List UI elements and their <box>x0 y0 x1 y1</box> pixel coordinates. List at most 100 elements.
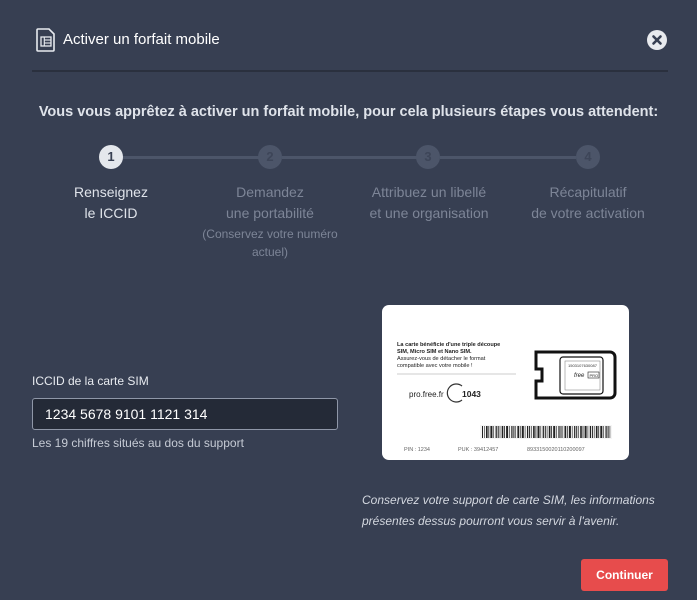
step-1-circle: 1 <box>99 145 123 169</box>
sim-brand: free <box>574 373 585 379</box>
sim-card-icon <box>36 28 56 52</box>
barcode-stripe <box>521 426 524 438</box>
barcode-stripe <box>511 426 513 438</box>
step-3-label-line2: et une organisation <box>369 205 489 221</box>
step-2-sublabel: (Conservez votre numéro actuel) <box>202 227 338 259</box>
sim-chip-serial: 1503107630087 <box>568 363 598 368</box>
step-1-label: Renseignez le ICCID <box>21 182 201 224</box>
sim-text-line3: Assurez-vous de détacher le format <box>397 356 486 362</box>
barcode-stripe <box>509 426 510 438</box>
sim-chip-frame: 1503107630087 free PRO <box>534 350 617 400</box>
barcode-stripe <box>603 426 604 438</box>
iccid-label: ICCID de la carte SIM <box>32 374 149 388</box>
modal-header: Activer un forfait mobile <box>0 0 697 72</box>
step-1-label-line2: le ICCID <box>84 205 138 221</box>
barcode-stripe <box>584 426 587 438</box>
barcode-stripe <box>540 426 542 438</box>
barcode-stripe <box>568 426 571 438</box>
sim-support-number: 1043 <box>462 389 481 399</box>
stepper-connector <box>440 156 576 159</box>
barcode-stripe <box>576 426 578 438</box>
close-button[interactable] <box>647 30 667 50</box>
barcode-stripe <box>548 426 551 438</box>
barcode-stripe <box>501 426 504 438</box>
barcode-stripe <box>558 426 560 438</box>
barcode-stripe <box>553 426 556 438</box>
barcode-stripe <box>560 426 562 438</box>
barcode-stripe <box>571 426 573 438</box>
sim-barcode-number: 8933150020110200097 <box>527 447 585 453</box>
barcode-stripe <box>591 426 593 438</box>
step-4-circle: 4 <box>576 145 600 169</box>
sim-website: pro.free.fr <box>409 390 444 399</box>
sim-text-line2: SIM, Micro SIM et Nano SIM. <box>397 349 472 355</box>
iccid-help-text: Les 19 chiffres situés au dos du support <box>32 436 244 450</box>
barcode-stripe <box>488 426 490 438</box>
barcode-stripe <box>600 426 603 438</box>
barcode-stripe <box>562 426 564 438</box>
close-icon <box>652 35 662 45</box>
barcode-stripe <box>493 426 494 438</box>
stepper-connector <box>282 156 418 159</box>
barcode-stripe <box>582 426 584 438</box>
barcode-stripe <box>533 426 535 438</box>
iccid-input[interactable] <box>32 398 338 430</box>
sim-text-line1: La carte bénéficie d'une triple découpe <box>397 342 500 348</box>
step-4-label-line2: de votre activation <box>531 205 645 221</box>
barcode-stripe <box>580 426 582 438</box>
barcode-stripe <box>484 426 485 438</box>
sim-text-line4: compatible avec votre mobile ! <box>397 363 473 369</box>
info-note: Conservez votre support de carte SIM, le… <box>362 493 655 528</box>
sim-pin: PIN : 1234 <box>404 447 430 453</box>
step-2-circle: 2 <box>258 145 282 169</box>
continue-button[interactable]: Continuer <box>581 559 668 591</box>
barcode-stripe <box>556 426 557 438</box>
barcode-stripe <box>589 426 591 438</box>
barcode-stripe <box>537 426 540 438</box>
barcode-stripe <box>605 426 607 438</box>
barcode-stripe <box>564 426 567 438</box>
sim-brand-suffix: PRO <box>590 373 599 378</box>
barcode-stripe <box>607 426 609 438</box>
barcode-stripe <box>566 426 568 438</box>
step-2-label: Demandez une portabilité (Conservez votr… <box>180 182 360 261</box>
barcode-stripe <box>535 426 537 438</box>
barcode-stripe <box>499 426 501 438</box>
barcode-stripe <box>551 426 552 438</box>
sim-card-illustration: La carte bénéficie d'une triple découpe … <box>382 305 629 460</box>
step-3-label: Attribuez un libellé et une organisation <box>339 182 519 224</box>
header-divider <box>32 70 668 72</box>
barcode-stripe <box>574 426 576 438</box>
barcode-stripe <box>524 426 526 438</box>
barcode-stripe <box>546 426 548 438</box>
sim-puk: PUK : 39412457 <box>458 447 498 453</box>
intro-text: Vous vous apprêtez à activer un forfait … <box>38 104 659 120</box>
barcode-stripe <box>490 426 493 438</box>
step-3-label-line1: Attribuez un libellé <box>371 184 487 200</box>
barcode-stripe <box>578 426 579 438</box>
step-4-label: Récapitulatif de votre activation <box>498 182 678 224</box>
step-1-label-line1: Renseignez <box>74 184 148 200</box>
barcode-stripe <box>495 426 497 438</box>
barcode-stripe <box>609 426 611 438</box>
barcode-stripe <box>598 426 600 438</box>
barcode-stripe <box>513 426 515 438</box>
modal-title: Activer un forfait mobile <box>63 31 220 48</box>
stepper-connector <box>122 156 260 159</box>
barcode-stripe <box>529 426 531 438</box>
barcode-stripe <box>515 426 516 438</box>
step-2-label-line2: une portabilité <box>226 205 314 221</box>
barcode-stripe <box>595 426 598 438</box>
barcode-stripe <box>482 426 483 438</box>
step-4-label-line1: Récapitulatif <box>549 184 627 200</box>
barcode-stripe <box>519 426 521 438</box>
barcode-stripe <box>587 426 589 438</box>
barcode-stripe <box>517 426 519 438</box>
barcode-stripe <box>593 426 595 438</box>
barcode-stripe <box>504 426 505 438</box>
barcode-stripe <box>531 426 532 438</box>
barcode-stripe <box>527 426 529 438</box>
barcode-stripe <box>544 426 546 438</box>
barcode-stripe <box>486 426 488 438</box>
step-3-circle: 3 <box>416 145 440 169</box>
